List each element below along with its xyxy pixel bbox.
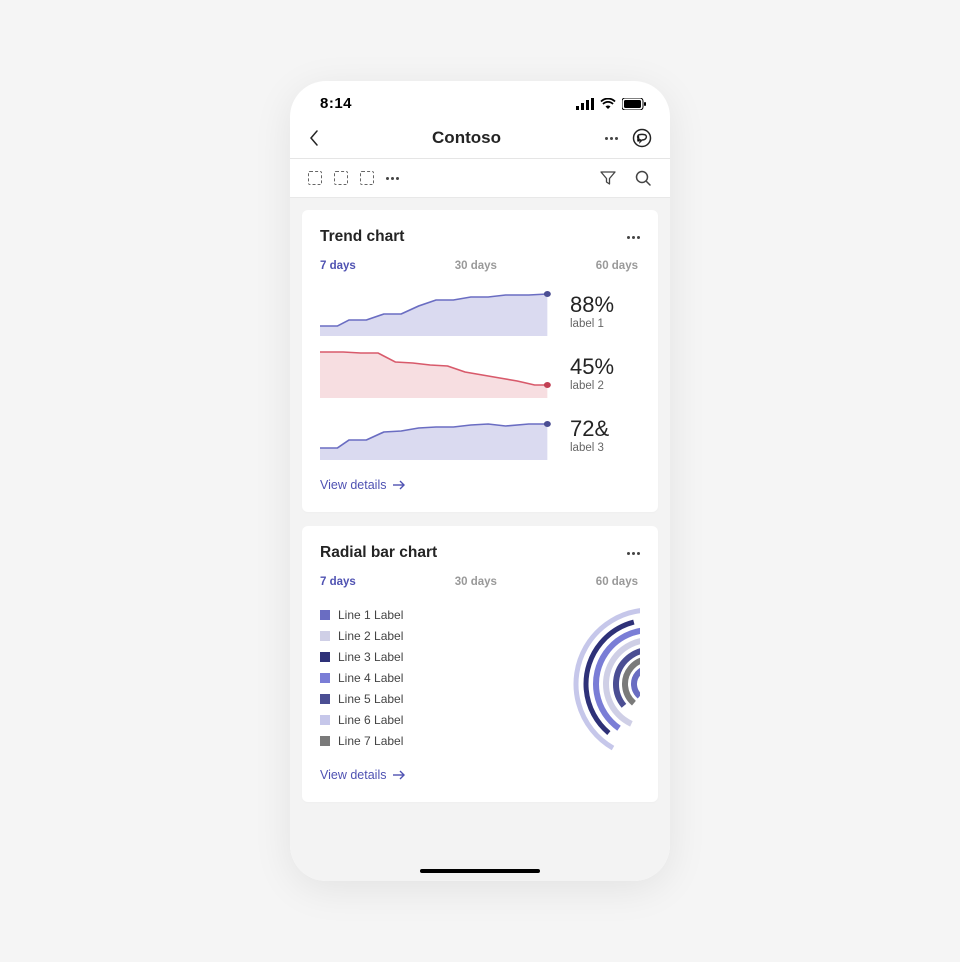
trend-value-2: 45% <box>570 356 640 378</box>
trend-row-1: 88% label 1 <box>320 288 640 336</box>
view-details-label: View details <box>320 478 386 492</box>
filter-icon[interactable] <box>600 170 616 186</box>
trend-label-2: label 2 <box>570 380 640 392</box>
home-indicator[interactable] <box>420 869 540 873</box>
content-scroll[interactable]: Trend chart 7 days 30 days 60 days 88% l… <box>290 198 670 881</box>
trend-label-3: label 3 <box>570 442 640 454</box>
toolbar <box>290 159 670 198</box>
phone-frame: 8:14 Contoso <box>290 81 670 881</box>
cellular-icon <box>576 98 594 110</box>
status-time: 8:14 <box>320 95 352 112</box>
app-header: Contoso <box>290 120 670 159</box>
toolbar-slot-1[interactable] <box>308 171 322 185</box>
comment-icon[interactable] <box>632 128 652 148</box>
trend-spark-2 <box>320 350 552 398</box>
tab-60-days[interactable]: 60 days <box>596 260 638 272</box>
more-button[interactable] <box>605 137 618 140</box>
trend-chart-card: Trend chart 7 days 30 days 60 days 88% l… <box>302 210 658 512</box>
status-bar: 8:14 <box>290 81 670 120</box>
toolbar-more-button[interactable] <box>386 177 399 180</box>
trend-card-title: Trend chart <box>320 228 627 246</box>
trend-tabs: 7 days 30 days 60 days <box>320 260 640 272</box>
tab-30-days[interactable]: 30 days <box>455 260 497 272</box>
radial-view-details-link[interactable]: View details <box>320 768 406 782</box>
wifi-icon <box>600 98 616 110</box>
legend-item-5: Line 5 Label <box>320 692 488 706</box>
legend-item-7: Line 7 Label <box>320 734 488 748</box>
radial-tab-60-days[interactable]: 60 days <box>596 576 638 588</box>
tab-7-days[interactable]: 7 days <box>320 260 356 272</box>
view-details-label: View details <box>320 768 386 782</box>
legend-item-3: Line 3 Label <box>320 650 488 664</box>
trend-label-1: label 1 <box>570 318 640 330</box>
legend-item-6: Line 6 Label <box>320 713 488 727</box>
radial-card-title: Radial bar chart <box>320 544 627 562</box>
trend-value-1: 88% <box>570 294 640 316</box>
radial-tabs: 7 days 30 days 60 days <box>320 576 640 588</box>
trend-card-more-button[interactable] <box>627 236 640 239</box>
search-icon[interactable] <box>634 169 652 187</box>
legend-item-4: Line 4 Label <box>320 671 488 685</box>
radial-legend: Line 1 Label Line 2 Label Line 3 Label L… <box>320 604 488 764</box>
radial-tab-7-days[interactable]: 7 days <box>320 576 356 588</box>
trend-value-3: 72& <box>570 418 640 440</box>
page-title: Contoso <box>328 128 605 148</box>
arrow-right-icon <box>392 770 406 780</box>
back-button[interactable] <box>308 129 328 147</box>
radial-chart-card: Radial bar chart 7 days 30 days 60 days … <box>302 526 658 802</box>
trend-row-2: 45% label 2 <box>320 350 640 398</box>
legend-item-1: Line 1 Label <box>320 608 488 622</box>
status-icons <box>576 98 646 110</box>
trend-spark-1 <box>320 288 552 336</box>
radial-tab-30-days[interactable]: 30 days <box>455 576 497 588</box>
toolbar-slot-2[interactable] <box>334 171 348 185</box>
battery-icon <box>622 98 646 110</box>
legend-item-2: Line 2 Label <box>320 629 488 643</box>
arrow-right-icon <box>392 480 406 490</box>
radial-card-more-button[interactable] <box>627 552 640 555</box>
trend-row-3: 72& label 3 <box>320 412 640 460</box>
trend-spark-3 <box>320 412 552 460</box>
trend-view-details-link[interactable]: View details <box>320 478 406 492</box>
radial-chart <box>500 604 640 764</box>
toolbar-slot-3[interactable] <box>360 171 374 185</box>
